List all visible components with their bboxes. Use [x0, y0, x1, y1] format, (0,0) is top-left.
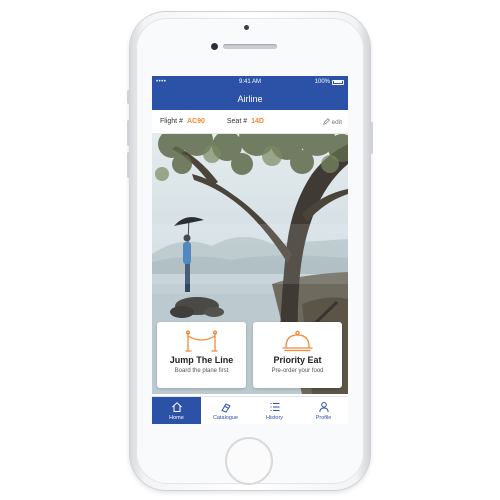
card-title: Priority Eat	[273, 355, 322, 365]
seat-number: 14D	[251, 118, 264, 125]
status-bar: •••• 9:41 AM 100%	[152, 76, 348, 88]
volume-up-button	[127, 120, 130, 146]
tab-label: Home	[169, 415, 184, 421]
tab-profile[interactable]: Profile	[299, 397, 348, 424]
earpiece-speaker	[223, 44, 277, 49]
tab-label: Catalogue	[212, 415, 239, 421]
flight-info-bar: Flight # AC90 Seat #14D edit	[152, 110, 348, 134]
battery-indicator: 100%	[315, 79, 344, 85]
battery-icon	[332, 79, 344, 85]
seat-label: Seat #	[226, 118, 248, 125]
app-title: Airline	[237, 94, 263, 104]
cloche-icon	[282, 330, 313, 352]
edit-button[interactable]: edit	[322, 118, 342, 126]
user-icon	[318, 402, 329, 413]
battery-percent: 100%	[314, 79, 330, 85]
home-icon	[171, 402, 182, 412]
seat-info: Seat #14D	[227, 118, 264, 125]
gate-icon	[185, 330, 218, 352]
tab-catalogue[interactable]: Catalogue	[201, 397, 250, 424]
card-subtitle: Board the plane first	[174, 368, 229, 374]
priority-eat-card[interactable]: Priority Eat Pre-order your food	[253, 322, 342, 388]
flight-info: Flight # AC90	[160, 118, 205, 125]
card-title: Jump The Line	[169, 355, 234, 365]
flight-number: AC90	[186, 118, 205, 125]
list-icon	[270, 403, 279, 411]
proximity-sensor	[244, 25, 249, 30]
pencil-icon	[322, 118, 330, 125]
nav-bar: Airline	[152, 88, 348, 110]
jump-the-line-card[interactable]: Jump The Line Board the plane first	[157, 322, 246, 388]
mute-switch	[127, 90, 130, 104]
edit-label: edit	[331, 119, 342, 126]
tab-home[interactable]: Home	[152, 397, 201, 424]
power-button	[370, 122, 373, 154]
front-camera	[211, 43, 218, 50]
volume-down-button	[127, 152, 130, 178]
tab-bar: Home Catalogue History Profile	[152, 396, 348, 424]
card-subtitle: Pre-order your food	[271, 368, 324, 374]
tab-history[interactable]: History	[250, 397, 299, 424]
tab-label: Profile	[315, 415, 332, 421]
app-screen: •••• 9:41 AM 100% Airline Flight # AC90 S…	[152, 76, 348, 424]
home-button[interactable]	[225, 437, 273, 485]
catalogue-icon	[220, 403, 231, 413]
tab-label: History	[265, 415, 284, 421]
flight-label: Flight #	[160, 118, 183, 125]
